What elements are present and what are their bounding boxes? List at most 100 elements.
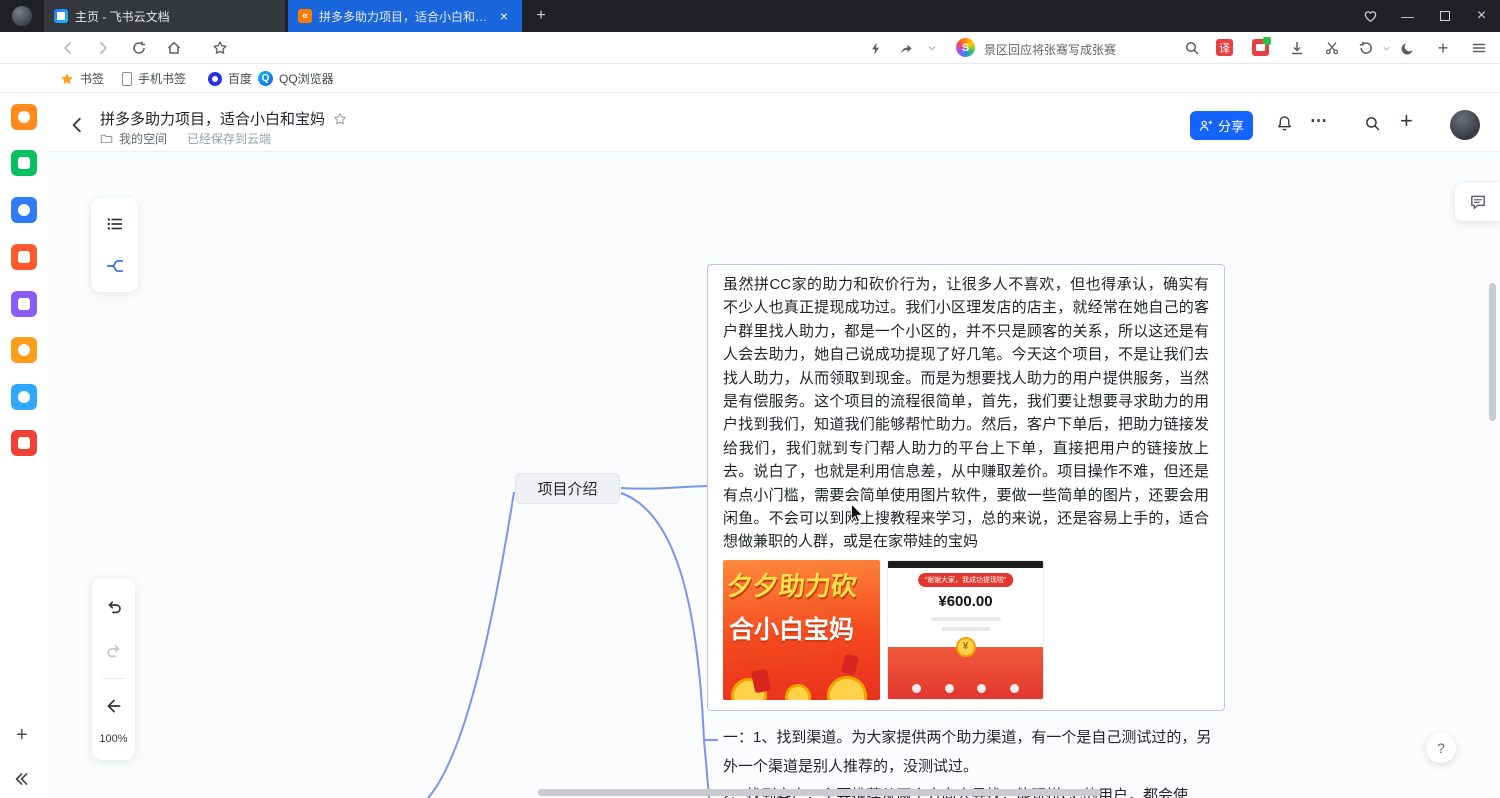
red-envelope-graphic <box>841 653 859 675</box>
collapse-sidebar-icon[interactable] <box>12 770 30 788</box>
new-tab-button[interactable]: + <box>531 6 551 26</box>
night-mode-moon-icon[interactable] <box>1397 39 1417 57</box>
close-button[interactable]: × <box>1463 0 1500 32</box>
withdraw-banner-text: “谢谢大家，我成功提现啦” <box>918 573 1014 587</box>
app-dock <box>0 93 48 798</box>
baidu-icon <box>208 72 222 86</box>
doc-header: 拼多多助力项目，适合小白和宝妈 我的空间 已经保存到云端 分享 ⋯ + <box>48 93 1500 152</box>
vertical-scrollbar[interactable] <box>1489 283 1496 421</box>
breadcrumb-space[interactable]: 我的空间 <box>119 130 167 147</box>
browser-toolbar: S 景区回应将张骞写成张赛 译 + <box>0 32 1500 64</box>
tab-title: 拼多多助力项目，适合小白和宝妈 <box>319 8 489 25</box>
search-icon[interactable] <box>1182 39 1202 57</box>
text-line-graphic <box>942 627 990 631</box>
withdraw-amount: ¥600.00 <box>888 593 1043 610</box>
doc-back-icon[interactable] <box>68 116 86 134</box>
redo-icon[interactable] <box>97 634 131 668</box>
breadcrumb: 我的空间 已经保存到云端 <box>100 130 271 147</box>
node-label: 项目介绍 <box>537 478 597 499</box>
menu-icon[interactable] <box>1469 39 1489 57</box>
add-icon[interactable]: + <box>1433 39 1453 57</box>
dock-app-icon-5[interactable] <box>11 291 37 317</box>
coin-icon: ¥ <box>956 637 976 657</box>
mindmap-node-steps[interactable]: 一：1、找到渠道。为大家提供两个助力渠道，有一个是自己测试过的，另外一个渠道是别… <box>723 723 1212 798</box>
home-icon[interactable] <box>164 39 184 57</box>
shopping-extension-icon[interactable] <box>1252 39 1269 56</box>
phone-icon <box>122 72 132 86</box>
user-avatar[interactable] <box>1450 110 1480 140</box>
bookmark-item-favorites[interactable]: 书签 <box>60 64 104 93</box>
bookmark-item-mobile[interactable]: 手机书签 <box>122 64 186 93</box>
coin-graphic <box>785 684 811 700</box>
bookmark-label: QQ浏览器 <box>279 70 334 87</box>
screen: 主页 - 飞书云文档 « 拼多多助力项目，适合小白和宝妈 × + — × <box>0 0 1500 798</box>
hot-search-text[interactable]: 景区回应将张骞写成张赛 <box>984 41 1116 58</box>
bookmark-item-qq-browser[interactable]: Q QQ浏览器 <box>258 64 334 93</box>
bookmark-star-icon[interactable] <box>210 39 230 57</box>
promo-image-title: 夕夕助力砍 <box>726 566 859 603</box>
mindmap-view-icon[interactable] <box>98 249 132 283</box>
maximize-button[interactable] <box>1426 0 1463 32</box>
dock-app-icon-3[interactable] <box>11 197 37 223</box>
zoom-level[interactable]: 100% <box>99 733 127 745</box>
outline-view-icon[interactable] <box>98 207 132 241</box>
dock-app-icon-4[interactable] <box>11 244 37 270</box>
canvas-add-icon[interactable]: + <box>16 724 28 747</box>
mindmap-card-project-detail[interactable]: 虽然拼CC家的助力和砍价行为，让很多人不喜欢，但也得承认，确实有不少人也真正提现… <box>707 264 1225 711</box>
save-status: 已经保存到云端 <box>187 130 271 147</box>
collection-heart-icon[interactable] <box>1352 0 1389 32</box>
promo-image-subtitle: 合小白宝妈 <box>729 610 854 646</box>
comment-button[interactable] <box>1455 183 1500 221</box>
withdraw-screenshot-image[interactable]: “谢谢大家，我成功提现啦” ¥600.00 ¥ <box>887 560 1044 700</box>
translate-icon[interactable]: 译 <box>1216 39 1233 56</box>
bookmarks-bar: 书签 手机书签 百度 Q QQ浏览器 <box>0 64 1500 93</box>
share-label: 分享 <box>1218 116 1244 135</box>
more-options-icon[interactable]: ⋯ <box>1310 111 1328 131</box>
back-icon[interactable] <box>58 39 78 57</box>
dock-app-icon-7[interactable] <box>11 384 37 410</box>
phone-red-footer-graphic: ¥ <box>888 647 1043 699</box>
phone-statusbar-graphic <box>888 561 1043 568</box>
browser-tab-home[interactable]: 主页 - 飞书云文档 <box>44 0 285 32</box>
history-undo-icon[interactable] <box>1356 39 1376 57</box>
red-envelope-graphic <box>751 668 771 693</box>
share-button[interactable]: 分享 <box>1190 111 1253 140</box>
download-icon[interactable] <box>1287 39 1307 57</box>
bookmark-item-baidu[interactable]: 百度 <box>208 64 252 93</box>
dock-app-icon-1[interactable] <box>11 104 37 130</box>
tab-close-icon[interactable]: × <box>496 8 512 24</box>
comment-bubble-icon <box>1469 193 1487 211</box>
tab-title: 主页 - 飞书云文档 <box>75 8 275 25</box>
horizontal-scrollbar[interactable] <box>538 789 1101 796</box>
dock-app-icon-8[interactable] <box>11 430 37 456</box>
browser-tab-active[interactable]: « 拼多多助力项目，适合小白和宝妈 × <box>288 0 522 32</box>
star-filled-icon <box>60 72 74 86</box>
bookmark-label: 百度 <box>228 70 252 87</box>
dock-app-icon-2[interactable] <box>11 150 37 176</box>
help-button[interactable]: ? <box>1426 733 1456 763</box>
mindmap-node-project-intro[interactable]: 项目介绍 <box>515 473 620 504</box>
lightning-icon[interactable] <box>866 39 886 57</box>
sogou-logo-icon[interactable]: S <box>956 38 975 57</box>
share-person-icon <box>1199 119 1213 133</box>
minimize-button[interactable]: — <box>1389 0 1426 32</box>
forward-icon[interactable] <box>93 39 113 57</box>
promo-image[interactable]: 夕夕助力砍 合小白宝妈 <box>723 560 880 700</box>
collapse-to-root-icon[interactable] <box>97 689 131 723</box>
chevron-down-icon[interactable] <box>1376 39 1396 57</box>
notification-bell-icon[interactable] <box>1276 115 1293 132</box>
dock-app-icon-6[interactable] <box>11 337 37 363</box>
share-icon[interactable] <box>896 39 916 57</box>
refresh-icon[interactable] <box>129 39 149 57</box>
browser-profile-avatar[interactable] <box>12 6 32 26</box>
chevron-down-icon[interactable] <box>922 39 942 57</box>
divider <box>102 678 125 679</box>
favorite-star-icon[interactable] <box>333 112 347 126</box>
mouse-cursor <box>850 504 864 524</box>
undo-icon[interactable] <box>97 590 131 624</box>
doc-search-icon[interactable] <box>1364 115 1381 132</box>
folder-icon <box>100 132 113 145</box>
doc-add-icon[interactable]: + <box>1400 112 1413 130</box>
screenshot-scissors-icon[interactable] <box>1322 39 1342 57</box>
bookmark-label: 书签 <box>80 70 104 87</box>
